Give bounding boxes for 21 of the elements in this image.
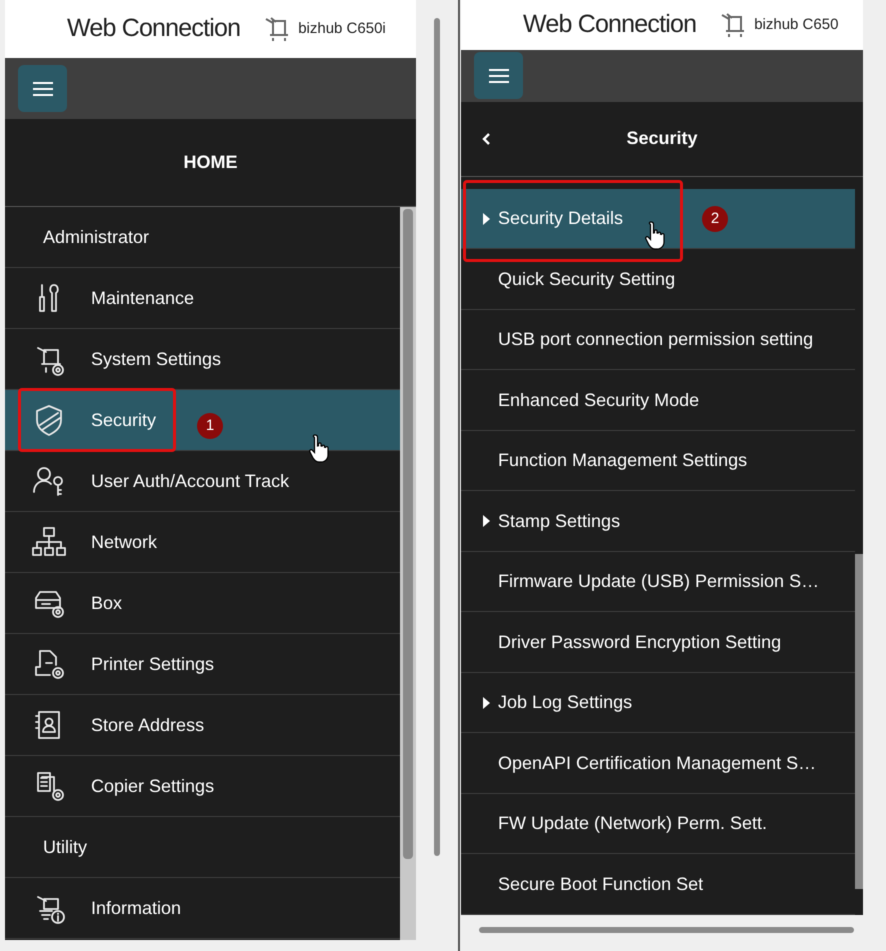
person-key-icon	[32, 464, 66, 498]
scrollbar-thumb[interactable]	[403, 209, 413, 859]
back-chevron-icon[interactable]	[481, 132, 491, 146]
expand-triangle-icon	[483, 696, 490, 709]
menu-icon	[488, 68, 510, 84]
scrollbar-thumb[interactable]	[855, 554, 863, 889]
logo-text: Web Connection	[67, 13, 240, 44]
panel-title: Security	[626, 127, 698, 150]
menu-icon	[32, 80, 54, 96]
menu-button[interactable]	[18, 65, 67, 112]
scrollbar-thumb[interactable]	[434, 18, 440, 856]
menu-button[interactable]	[474, 52, 523, 100]
scrollbar-thumb[interactable]	[479, 927, 854, 933]
network-icon	[32, 525, 66, 559]
expand-triangle-icon	[483, 212, 490, 225]
panel-title: HOME	[184, 151, 238, 174]
expand-triangle-icon	[483, 515, 490, 528]
device-name: bizhub C650i	[298, 18, 386, 39]
logo-text: Web Connection	[523, 9, 696, 40]
document-gear-icon	[32, 647, 66, 681]
device-name: bizhub C650	[754, 14, 838, 35]
